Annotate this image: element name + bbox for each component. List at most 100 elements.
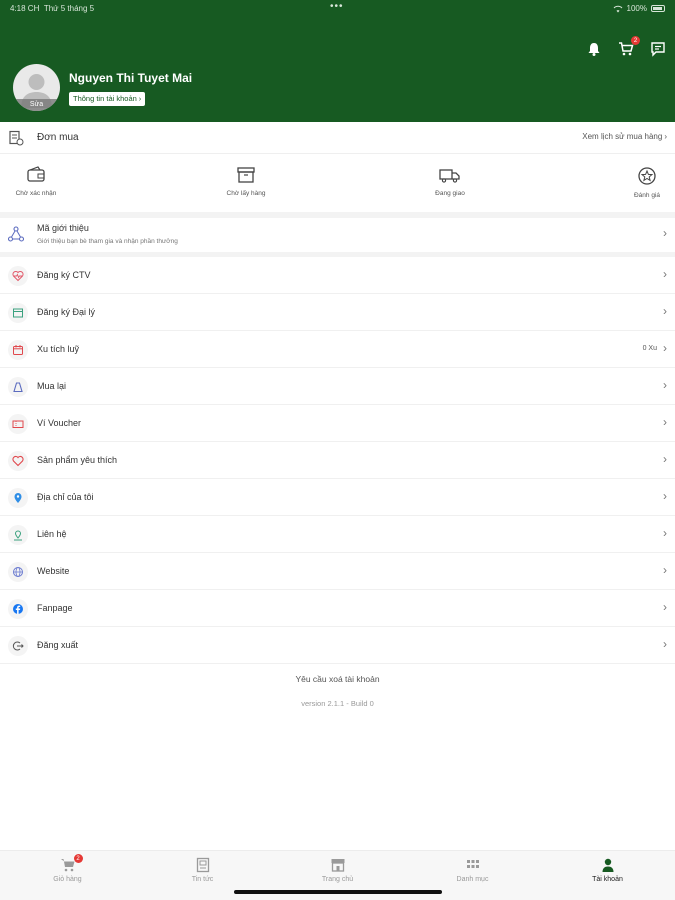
delete-account-link[interactable]: Yêu cầu xoá tài khoản [0,674,675,684]
heart-pulse-icon [8,266,28,286]
news-icon [195,857,211,873]
menu-item-label: Sản phẩm yêu thích [37,455,118,465]
cart-icon: 2 [60,854,83,873]
location-pin-icon [8,488,28,508]
chevron-right-icon: › [663,526,667,540]
facebook-icon [8,599,28,619]
nav-cart[interactable]: 2 Giỏ hàng [0,854,135,883]
grid-icon [465,857,481,873]
multitask-dots-icon: ••• [330,1,344,12]
status-pending-confirm[interactable]: Chờ xác nhận [6,166,66,197]
order-history-link[interactable]: Xem lịch sử mua hàng › [582,132,667,141]
chevron-right-icon: › [663,600,667,614]
chevron-right-icon: › [663,452,667,466]
status-label: Chờ xác nhận [15,190,57,197]
user-icon [600,857,616,873]
referral-title: Mã giới thiệu [37,223,89,233]
avatar[interactable]: Sửa [13,64,60,111]
cart-badge: 2 [73,854,83,863]
globe-icon [8,562,28,582]
avatar-edit-label[interactable]: Sửa [13,99,60,111]
orders-title: Đơn mua [37,132,79,143]
nav-label: Giỏ hàng [53,876,82,883]
menu-item-website[interactable]: Website › [0,553,675,590]
chevron-right-icon: › [663,637,667,651]
voucher-icon [8,414,28,434]
chevron-right-icon: › [663,415,667,429]
contact-pin-icon [8,525,28,545]
nav-categories[interactable]: Danh mục [405,857,540,883]
account-info-button[interactable]: Thông tin tài khoản › [69,92,146,106]
menu-item-label: Xu tích luỹ [37,344,80,354]
box-icon [237,167,255,183]
coin-balance: 0 Xu [642,345,657,352]
chevron-right-icon: › [664,132,667,141]
menu-item-register-agent[interactable]: Đăng ký Đại lý › [0,294,675,331]
chat-icon[interactable] [649,40,667,58]
menu-item-voucher-wallet[interactable]: Ví Voucher › [0,405,675,442]
bag-icon [8,377,28,397]
account-menu: Đăng ký CTV › Đăng ký Đại lý › Xu tích l… [0,257,675,664]
status-bar: 4:18 CH Thứ 5 tháng 5 ••• 100% [0,0,675,16]
menu-item-buy-again[interactable]: Mua lại › [0,368,675,405]
menu-item-label: Ví Voucher [37,418,82,428]
menu-item-label: Địa chỉ của tôi [37,492,94,502]
user-name: Nguyen Thi Tuyet Mai [69,71,193,85]
menu-item-logout[interactable]: Đăng xuất › [0,627,675,664]
menu-item-register-ctv[interactable]: Đăng ký CTV › [0,257,675,294]
status-label: Đang giao [435,190,465,197]
battery-icon [651,5,665,12]
chevron-right-icon: › [663,226,667,240]
nav-home[interactable]: Trang chủ [270,857,405,883]
nav-news[interactable]: Tin tức [135,857,270,883]
nav-label: Trang chủ [321,876,354,883]
chevron-right-icon: › [663,304,667,318]
menu-item-contact[interactable]: Liên hệ › [0,516,675,553]
referral-row[interactable]: Mã giới thiệu Giới thiệu bạn bè tham gia… [0,216,675,252]
account-info-label: Thông tin tài khoản [73,94,137,103]
nav-label: Danh mục [456,876,489,883]
heart-icon [8,451,28,471]
cart-badge: 2 [631,36,640,45]
status-label: Chờ lấy hàng [226,190,266,197]
header-actions: 2 [585,36,667,58]
menu-item-label: Đăng ký Đại lý [37,307,96,317]
menu-item-label: Fanpage [37,603,73,613]
wifi-icon [613,5,622,12]
chevron-right-icon: › [663,378,667,392]
menu-item-label: Đăng xuất [37,640,79,650]
status-review[interactable]: Đánh giá [620,166,674,199]
chevron-right-icon: › [663,563,667,577]
status-waiting-pickup[interactable]: Chờ lấy hàng [216,166,276,197]
menu-item-favorites[interactable]: Sản phẩm yêu thích › [0,442,675,479]
status-label: Đánh giá [633,192,661,199]
menu-item-coins[interactable]: Xu tích luỹ 0 Xu › [0,331,675,368]
chevron-right-icon: › [663,489,667,503]
wallet-icon [27,166,45,182]
status-time: 4:18 CH Thứ 5 tháng 5 [10,4,95,13]
referral-subtitle: Giới thiệu bạn bè tham gia và nhận phần … [37,238,178,245]
bell-icon[interactable] [585,40,603,58]
menu-item-fanpage[interactable]: Fanpage › [0,590,675,627]
referral-network-icon [8,226,24,242]
menu-item-my-address[interactable]: Địa chỉ của tôi › [0,479,675,516]
profile-header: 4:18 CH Thứ 5 tháng 5 ••• 100% 2 Sửa Ngu… [0,0,675,122]
nav-label: Tin tức [191,876,214,883]
cart-icon[interactable]: 2 [617,36,640,58]
chevron-right-icon: › [138,94,142,103]
order-status-bar: Chờ xác nhận Chờ lấy hàng Đang giao Đánh… [0,154,675,212]
menu-item-label: Liên hệ [37,529,67,539]
battery-percent: 100% [626,4,647,13]
orders-icon [9,130,24,146]
chevron-right-icon: › [663,267,667,281]
truck-icon [439,169,460,183]
home-store-icon [330,857,346,873]
home-indicator [234,890,442,894]
menu-item-label: Mua lại [37,381,67,391]
status-indicators: 100% [613,4,665,13]
store-icon [8,303,28,323]
orders-row[interactable]: Đơn mua Xem lịch sử mua hàng › [0,122,675,154]
status-shipping[interactable]: Đang giao [420,166,480,197]
order-history-label: Xem lịch sử mua hàng [582,132,663,141]
nav-account[interactable]: Tài khoản [540,857,675,883]
